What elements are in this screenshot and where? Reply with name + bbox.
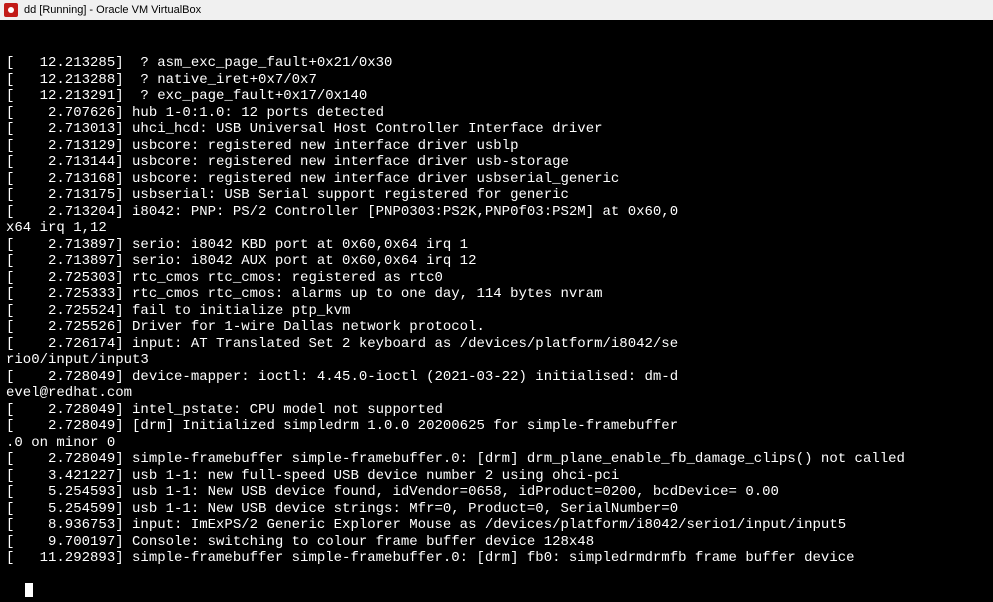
- log-line: [ 2.726174] input: AT Translated Set 2 k…: [6, 336, 987, 353]
- log-line: [ 2.713897] serio: i8042 AUX port at 0x6…: [6, 253, 987, 270]
- log-line: [ 12.213291] ? exc_page_fault+0x17/0x140: [6, 88, 987, 105]
- log-line: [ 12.213285] ? asm_exc_page_fault+0x21/0…: [6, 55, 987, 72]
- log-line: [ 2.713168] usbcore: registered new inte…: [6, 171, 987, 188]
- log-line: [ 2.713013] uhci_hcd: USB Universal Host…: [6, 121, 987, 138]
- window-title: dd [Running] - Oracle VM VirtualBox: [24, 4, 201, 16]
- cursor: [25, 583, 33, 597]
- log-line: [ 2.725526] Driver for 1-wire Dallas net…: [6, 319, 987, 336]
- log-line: [ 11.292893] simple-framebuffer simple-f…: [6, 550, 987, 567]
- log-line: [ 2.713204] i8042: PNP: PS/2 Controller …: [6, 204, 987, 221]
- log-line: [ 2.725524] fail to initialize ptp_kvm: [6, 303, 987, 320]
- log-line: [ 2.713175] usbserial: USB Serial suppor…: [6, 187, 987, 204]
- log-line: .0 on minor 0: [6, 435, 987, 452]
- log-line: [ 2.713144] usbcore: registered new inte…: [6, 154, 987, 171]
- log-line: [ 2.725303] rtc_cmos rtc_cmos: registere…: [6, 270, 987, 287]
- log-line: [ 2.728049] simple-framebuffer simple-fr…: [6, 451, 987, 468]
- log-line: [ 2.713129] usbcore: registered new inte…: [6, 138, 987, 155]
- log-line: [ 2.707626] hub 1-0:1.0: 12 ports detect…: [6, 105, 987, 122]
- app-icon: [4, 3, 18, 17]
- log-line: x64 irq 1,12: [6, 220, 987, 237]
- log-line: evel@redhat.com: [6, 385, 987, 402]
- log-line: [ 5.254599] usb 1-1: New USB device stri…: [6, 501, 987, 518]
- log-line: [ 12.213288] ? native_iret+0x7/0x7: [6, 72, 987, 89]
- log-line: rio0/input/input3: [6, 352, 987, 369]
- log-line: [ 2.728049] device-mapper: ioctl: 4.45.0…: [6, 369, 987, 386]
- log-line: [ 3.421227] usb 1-1: new full-speed USB …: [6, 468, 987, 485]
- console-output: [ 12.213285] ? asm_exc_page_fault+0x21/0…: [0, 20, 993, 602]
- log-line: [ 2.713897] serio: i8042 KBD port at 0x6…: [6, 237, 987, 254]
- log-line: [ 9.700197] Console: switching to colour…: [6, 534, 987, 551]
- log-line: [ 2.728049] [drm] Initialized simpledrm …: [6, 418, 987, 435]
- log-line: [ 8.936753] input: ImExPS/2 Generic Expl…: [6, 517, 987, 534]
- log-line: [ 2.728049] intel_pstate: CPU model not …: [6, 402, 987, 419]
- log-line: [ 2.725333] rtc_cmos rtc_cmos: alarms up…: [6, 286, 987, 303]
- window-titlebar[interactable]: dd [Running] - Oracle VM VirtualBox: [0, 0, 993, 20]
- log-line: [ 5.254593] usb 1-1: New USB device foun…: [6, 484, 987, 501]
